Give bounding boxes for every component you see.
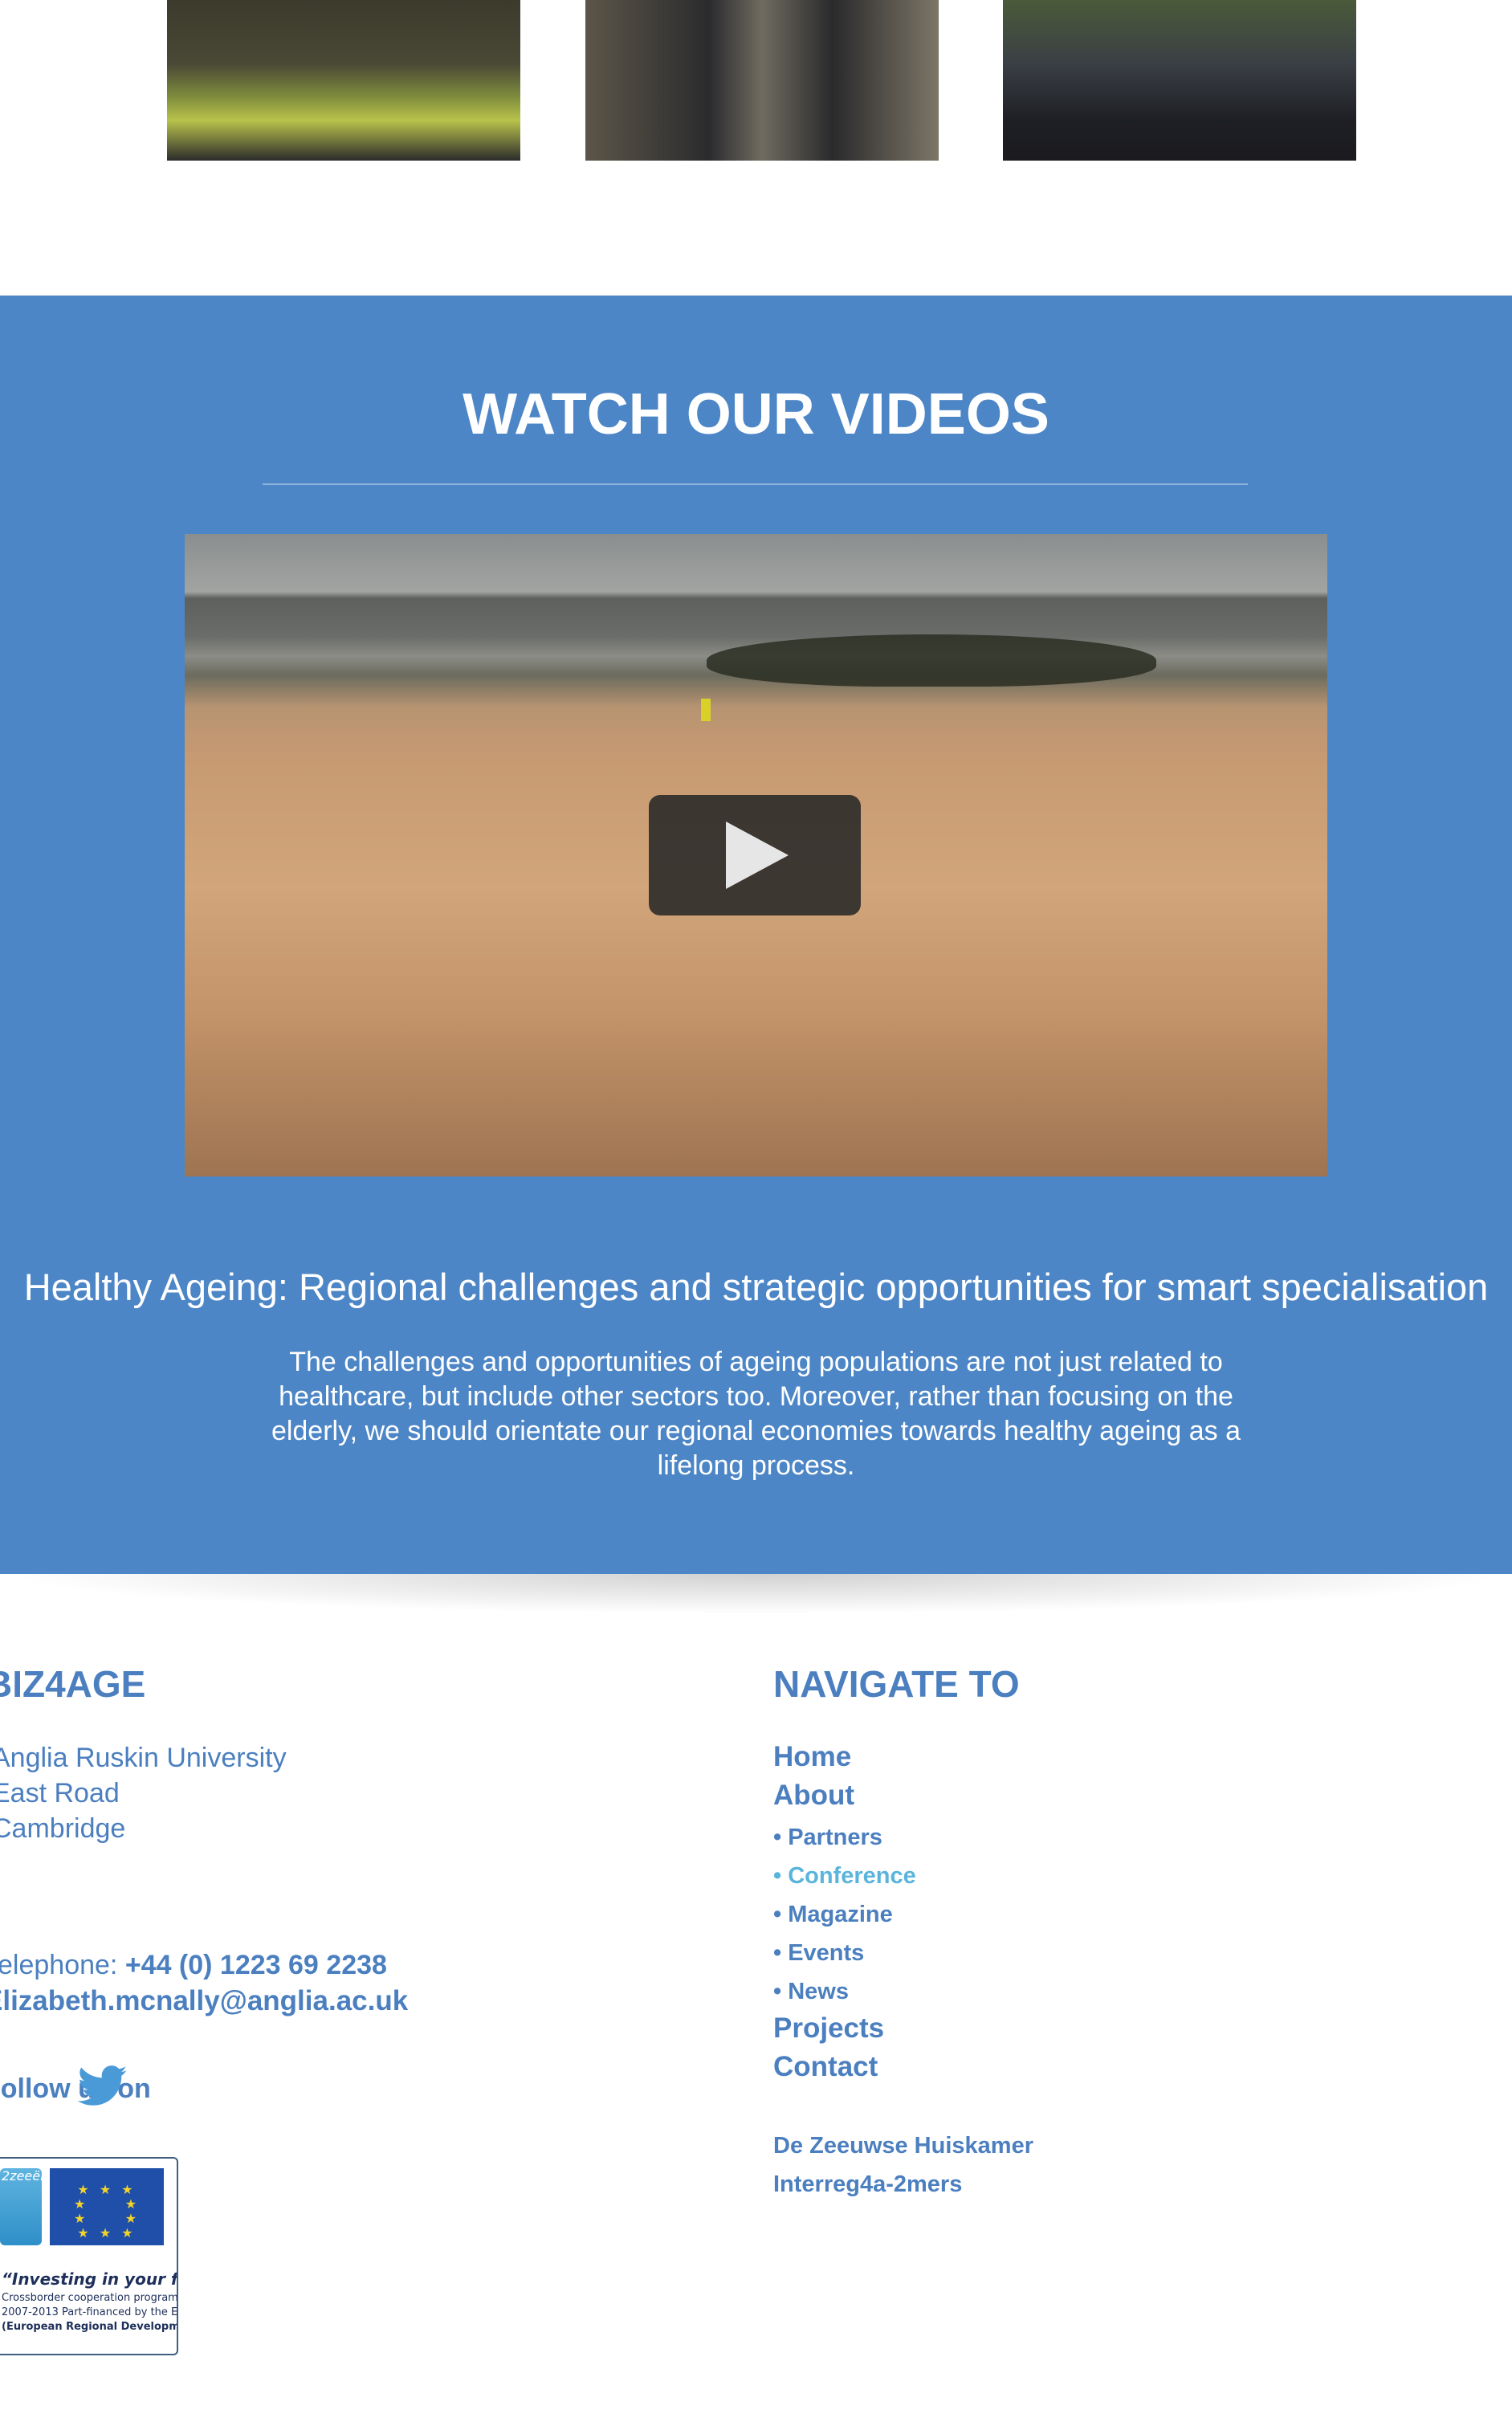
section-title: WATCH OUR VIDEOS xyxy=(463,382,1049,446)
networking-photo[interactable] xyxy=(585,0,939,161)
phone-number[interactable]: +44 (0) 1223 69 2238 xyxy=(125,1950,387,1980)
phone-label: Telephone: xyxy=(0,1950,118,1980)
link-interreg4a-2mers[interactable]: Interreg4a-2mers xyxy=(773,2171,962,2198)
address-line: Anglia Ruskin University xyxy=(0,1743,287,1773)
eu-flag: ★ ★ ★ ★ ★ ★ ★ ★ ★ ★ xyxy=(50,2168,164,2245)
video-title: Healthy Ageing: Regional challenges and … xyxy=(23,1266,1489,1308)
eu-interreg-logo: 2zeeën ★ ★ ★ ★ ★ ★ ★ ★ ★ ★ “Investing in yo… xyxy=(0,2157,178,2355)
nav-conference[interactable]: • Conference xyxy=(773,1863,916,1890)
interreg-logo: 2zeeën xyxy=(0,2168,48,2245)
navigate-heading: NAVIGATE TO xyxy=(773,1663,1020,1705)
address-line: Cambridge xyxy=(0,1813,126,1844)
nav-home[interactable]: Home xyxy=(773,1741,851,1773)
twitter-icon[interactable] xyxy=(78,2065,128,2107)
logo-text: 2007-2013 Part-financed by the European … xyxy=(2,2306,178,2318)
video-thumbnail-person xyxy=(701,699,711,721)
section-shadow xyxy=(0,1574,1512,1614)
title-divider xyxy=(263,483,1248,485)
nav-about[interactable]: About xyxy=(773,1780,854,1812)
video-description: The challenges and opportunities of agei… xyxy=(271,1347,1241,1481)
footer-brand-heading: BIZ4AGE xyxy=(0,1663,146,1705)
link-de-zeeuwse-huiskamer[interactable]: De Zeeuwse Huiskamer xyxy=(773,2133,1033,2159)
eu-stars-icon: ★ ★ ★ ★ ★ ★ ★ ★ ★ ★ xyxy=(73,2182,141,2241)
nav-projects[interactable]: Projects xyxy=(773,2012,884,2045)
address-line: East Road xyxy=(0,1778,120,1808)
email-link[interactable]: Elizabeth.mcnally@anglia.ac.uk xyxy=(0,1985,408,2017)
follow-us-label: Follow us on xyxy=(0,2073,151,2104)
nav-events[interactable]: • Events xyxy=(773,1940,864,1967)
logo-text: (European Regional Development Fund) xyxy=(2,2321,178,2333)
discussion-photo[interactable] xyxy=(1003,0,1356,161)
logo-tagline: “Investing in your future” xyxy=(2,2269,178,2289)
nav-contact[interactable]: Contact xyxy=(773,2051,878,2083)
conference-photo[interactable] xyxy=(167,0,520,161)
nav-partners[interactable]: • Partners xyxy=(773,1825,882,1851)
logo-text: Crossborder cooperation programme xyxy=(2,2292,178,2304)
nav-magazine[interactable]: • Magazine xyxy=(773,1902,893,1928)
video-thumbnail-rocks xyxy=(707,634,1156,687)
play-icon[interactable] xyxy=(726,822,789,889)
phone-line: Telephone: +44 (0) 1223 69 2238 xyxy=(0,1950,387,1981)
nav-news[interactable]: • News xyxy=(773,1979,849,2005)
